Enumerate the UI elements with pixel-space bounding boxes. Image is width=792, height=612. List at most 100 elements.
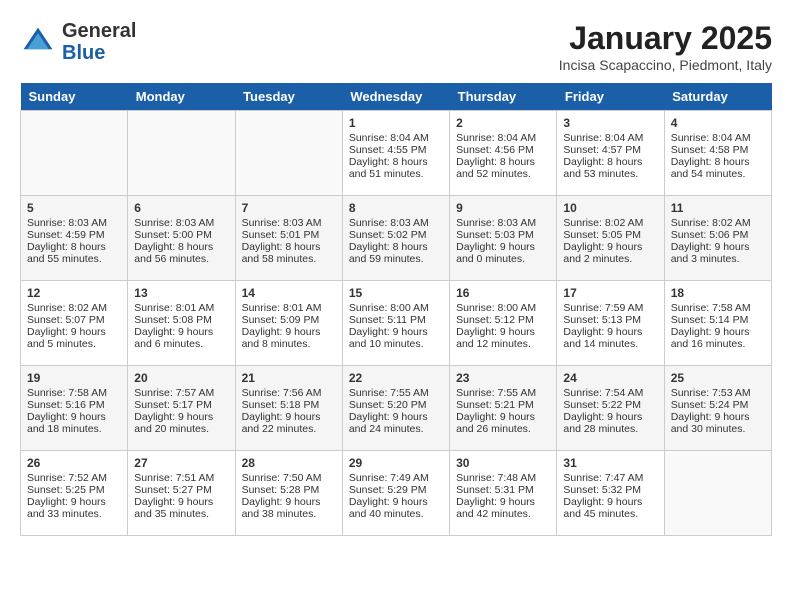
page-header: General Blue January 2025 Incisa Scapacc… [20,20,772,73]
day-info: Daylight: 9 hours and 5 minutes. [27,326,121,350]
day-info: Sunrise: 7:55 AM [349,387,443,399]
day-info: Daylight: 8 hours and 51 minutes. [349,156,443,180]
day-info: Sunset: 5:07 PM [27,314,121,326]
calendar-cell: 10Sunrise: 8:02 AMSunset: 5:05 PMDayligh… [557,196,664,281]
day-info: Sunrise: 8:03 AM [134,217,228,229]
calendar-cell: 29Sunrise: 7:49 AMSunset: 5:29 PMDayligh… [342,451,449,536]
day-info: Sunset: 5:08 PM [134,314,228,326]
day-info: Sunset: 5:20 PM [349,399,443,411]
day-of-week-monday: Monday [128,83,235,111]
day-info: Daylight: 9 hours and 28 minutes. [563,411,657,435]
calendar-table: SundayMondayTuesdayWednesdayThursdayFrid… [20,83,772,536]
day-info: Daylight: 8 hours and 58 minutes. [242,241,336,265]
day-info: Sunset: 5:14 PM [671,314,765,326]
calendar-cell: 14Sunrise: 8:01 AMSunset: 5:09 PMDayligh… [235,281,342,366]
day-info: Sunset: 5:22 PM [563,399,657,411]
calendar-body: 1Sunrise: 8:04 AMSunset: 4:55 PMDaylight… [21,111,772,536]
day-number: 24 [563,371,657,385]
day-number: 17 [563,286,657,300]
week-row: 19Sunrise: 7:58 AMSunset: 5:16 PMDayligh… [21,366,772,451]
title-block: January 2025 Incisa Scapaccino, Piedmont… [559,20,772,73]
day-info: Sunset: 5:17 PM [134,399,228,411]
calendar-cell: 8Sunrise: 8:03 AMSunset: 5:02 PMDaylight… [342,196,449,281]
calendar-cell: 19Sunrise: 7:58 AMSunset: 5:16 PMDayligh… [21,366,128,451]
day-number: 14 [242,286,336,300]
day-info: Sunrise: 7:56 AM [242,387,336,399]
day-number: 4 [671,116,765,130]
calendar-cell: 2Sunrise: 8:04 AMSunset: 4:56 PMDaylight… [450,111,557,196]
day-info: Sunset: 5:12 PM [456,314,550,326]
day-info: Sunset: 5:31 PM [456,484,550,496]
day-info: Sunset: 5:25 PM [27,484,121,496]
day-of-week-saturday: Saturday [664,83,771,111]
day-info: Sunrise: 8:00 AM [456,302,550,314]
day-number: 29 [349,456,443,470]
day-info: Sunset: 5:29 PM [349,484,443,496]
calendar-cell: 6Sunrise: 8:03 AMSunset: 5:00 PMDaylight… [128,196,235,281]
day-info: Daylight: 9 hours and 35 minutes. [134,496,228,520]
day-info: Daylight: 8 hours and 54 minutes. [671,156,765,180]
day-number: 18 [671,286,765,300]
day-of-week-thursday: Thursday [450,83,557,111]
day-info: Sunset: 5:06 PM [671,229,765,241]
day-info: Daylight: 9 hours and 16 minutes. [671,326,765,350]
day-info: Sunrise: 8:04 AM [349,132,443,144]
day-info: Sunset: 5:03 PM [456,229,550,241]
day-info: Sunset: 5:21 PM [456,399,550,411]
calendar-cell: 3Sunrise: 8:04 AMSunset: 4:57 PMDaylight… [557,111,664,196]
day-number: 25 [671,371,765,385]
day-info: Sunrise: 8:03 AM [456,217,550,229]
day-info: Sunrise: 8:00 AM [349,302,443,314]
day-info: Sunset: 4:58 PM [671,144,765,156]
day-info: Sunset: 5:05 PM [563,229,657,241]
day-number: 5 [27,201,121,215]
calendar-cell [21,111,128,196]
day-info: Sunset: 5:32 PM [563,484,657,496]
day-info: Sunrise: 7:57 AM [134,387,228,399]
day-number: 9 [456,201,550,215]
day-info: Sunrise: 8:04 AM [671,132,765,144]
location: Incisa Scapaccino, Piedmont, Italy [559,57,772,73]
day-number: 26 [27,456,121,470]
day-number: 27 [134,456,228,470]
day-number: 15 [349,286,443,300]
day-info: Sunrise: 8:01 AM [242,302,336,314]
day-info: Sunset: 5:11 PM [349,314,443,326]
day-info: Daylight: 9 hours and 6 minutes. [134,326,228,350]
day-number: 20 [134,371,228,385]
day-number: 1 [349,116,443,130]
week-row: 5 Sunrise: 8:03 AM Sunset: 4:59 PM Daylight… [21,196,772,281]
calendar-cell: 24Sunrise: 7:54 AMSunset: 5:22 PMDayligh… [557,366,664,451]
calendar-cell [128,111,235,196]
day-info: Daylight: 9 hours and 38 minutes. [242,496,336,520]
day-number: 23 [456,371,550,385]
day-info: Daylight: 9 hours and 10 minutes. [349,326,443,350]
logo-icon [20,24,56,60]
day-info: Sunset: 5:00 PM [134,229,228,241]
header-row: SundayMondayTuesdayWednesdayThursdayFrid… [21,83,772,111]
logo: General Blue [20,20,136,64]
month-title: January 2025 [559,20,772,57]
day-info: Daylight: 9 hours and 22 minutes. [242,411,336,435]
day-info: Sunrise: 7:58 AM [671,302,765,314]
week-row: 1Sunrise: 8:04 AMSunset: 4:55 PMDaylight… [21,111,772,196]
day-info: Sunrise: 8:03 AM [349,217,443,229]
day-info: Daylight: 9 hours and 14 minutes. [563,326,657,350]
day-info: Sunset: 4:57 PM [563,144,657,156]
day-info: Sunset: 4:56 PM [456,144,550,156]
day-info: Sunset: 4:59 PM [27,229,121,241]
day-number: 12 [27,286,121,300]
day-info: Sunrise: 7:49 AM [349,472,443,484]
day-info: Daylight: 8 hours and 52 minutes. [456,156,550,180]
calendar-cell: 22Sunrise: 7:55 AMSunset: 5:20 PMDayligh… [342,366,449,451]
calendar-cell: 23Sunrise: 7:55 AMSunset: 5:21 PMDayligh… [450,366,557,451]
day-info: Sunrise: 8:01 AM [134,302,228,314]
calendar-cell: 4 Sunrise: 8:04 AMSunset: 4:58 PMDaylight… [664,111,771,196]
day-number: 3 [563,116,657,130]
day-info: Sunset: 5:16 PM [27,399,121,411]
calendar-cell: 15 Sunrise: 8:00 AMSunset: 5:11 PMDayligh… [342,281,449,366]
day-info: Daylight: 8 hours and 59 minutes. [349,241,443,265]
day-info: Sunrise: 8:04 AM [456,132,550,144]
calendar-cell: 1Sunrise: 8:04 AMSunset: 4:55 PMDaylight… [342,111,449,196]
day-number: 31 [563,456,657,470]
